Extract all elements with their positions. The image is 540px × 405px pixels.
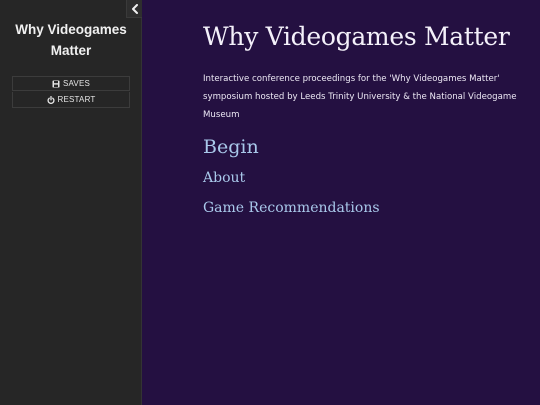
sidebar: Why Videogames Matter SAVES RESTART (0, 0, 142, 405)
saves-label: SAVES (62, 79, 91, 88)
chevron-left-icon (131, 3, 139, 14)
restart-button[interactable]: RESTART (12, 92, 130, 108)
story-title: Why Videogames Matter (15, 22, 127, 58)
app-window: Why Videogames Matter SAVES RESTART Why … (0, 0, 540, 405)
page-title: Why Videogames Matter (203, 22, 510, 51)
restart-label: RESTART (57, 95, 96, 104)
power-icon (46, 95, 55, 104)
game-recommendations-link[interactable]: Game Recommendations (203, 198, 533, 218)
floppy-disk-icon (52, 80, 60, 88)
passage: Why Videogames Matter Interactive confer… (203, 20, 533, 218)
about-link[interactable]: About (203, 168, 533, 188)
saves-button[interactable]: SAVES (12, 76, 130, 91)
intro-text: Interactive conference proceedings for t… (203, 74, 517, 120)
sidebar-toggle-button[interactable] (126, 0, 142, 18)
begin-link[interactable]: Begin (203, 134, 533, 160)
